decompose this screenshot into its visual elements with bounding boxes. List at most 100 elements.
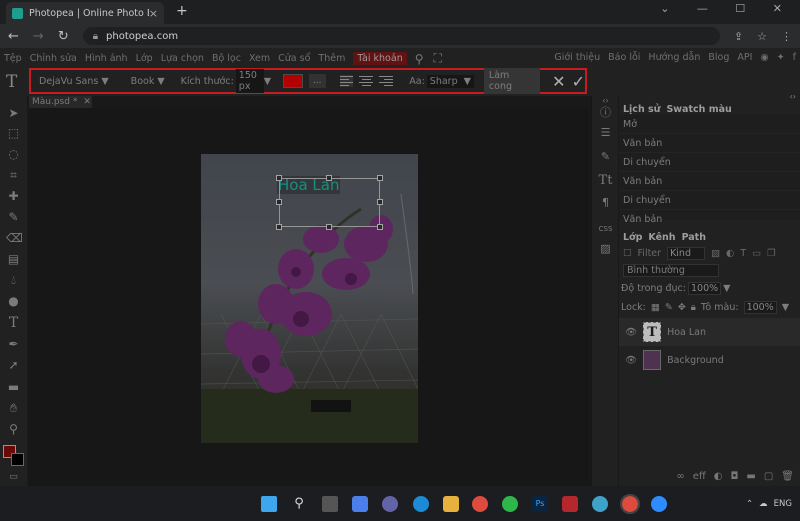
filter-type-icon[interactable]: T	[740, 248, 746, 259]
app-icon[interactable]	[592, 496, 608, 512]
transform-handle[interactable]	[377, 224, 383, 230]
history-item[interactable]: Văn bản	[619, 134, 800, 153]
edge-icon[interactable]	[413, 496, 429, 512]
brush-tool-icon[interactable]: ✎	[6, 210, 21, 224]
link-layers-icon[interactable]: ∞	[676, 471, 684, 482]
menu-blog[interactable]: Blog	[708, 52, 729, 63]
file-explorer-icon[interactable]	[443, 496, 459, 512]
menu-select[interactable]: Lựa chọn	[161, 53, 204, 64]
new-layer-icon[interactable]: ▢	[764, 471, 773, 482]
adjustment-layer-icon[interactable]: ◐	[714, 471, 723, 482]
font-size-input[interactable]: 150 px	[235, 69, 264, 93]
reddit-icon[interactable]: ◉	[760, 52, 768, 63]
image-icon[interactable]: ▨	[598, 242, 613, 256]
commit-edit-icon[interactable]: ✓	[572, 72, 585, 91]
pen-tool-icon[interactable]: ✒	[6, 337, 21, 351]
document-tab[interactable]: Màu.psd * ✕	[29, 96, 92, 108]
transform-handle[interactable]	[377, 199, 383, 205]
opacity-input[interactable]: 100%	[687, 282, 722, 295]
font-family-dropdown[interactable]: DejaVu Sans ▼	[39, 76, 109, 87]
share-icon[interactable]: ⇪	[734, 30, 743, 43]
warp-text-button[interactable]: Làm cong	[483, 68, 541, 94]
filter-adjustment-icon[interactable]: ◐	[726, 248, 734, 259]
delete-layer-icon[interactable]: 🗑︎	[781, 471, 794, 482]
opacity-arrow-icon[interactable]: ▼	[723, 283, 730, 294]
widgets-icon[interactable]	[352, 496, 368, 512]
eraser-tool-icon[interactable]: ⌫	[6, 231, 23, 245]
menu-layer[interactable]: Lớp	[136, 53, 153, 64]
menu-window[interactable]: Cửa sổ	[278, 53, 310, 64]
font-style-dropdown[interactable]: Book ▼	[131, 76, 165, 87]
transform-handle[interactable]	[326, 175, 332, 181]
layer-effects-button[interactable]: eff	[693, 471, 706, 482]
bookmark-star-icon[interactable]: ☆	[757, 30, 767, 43]
search-icon[interactable]: ⚲	[415, 52, 424, 66]
align-right-icon[interactable]	[379, 75, 394, 87]
photoshop-icon[interactable]: Ps	[532, 496, 548, 512]
menu-file[interactable]: Tệp	[4, 53, 22, 64]
cancel-edit-icon[interactable]: ✕	[552, 72, 565, 91]
close-tab-icon[interactable]: ×	[149, 7, 158, 20]
menu-report-bug[interactable]: Báo lỗi	[608, 52, 640, 63]
paragraph-icon[interactable]: ¶	[598, 196, 613, 210]
filter-smart-icon[interactable]: ❐	[767, 248, 776, 259]
layer-row[interactable]: 👁︎ Background	[619, 346, 800, 374]
fullscreen-icon[interactable]: ⛶	[434, 51, 442, 66]
reload-icon[interactable]: ↻	[58, 29, 69, 44]
tray-arrow-icon[interactable]: ⌃	[746, 499, 753, 509]
menu-edit[interactable]: Chỉnh sửa	[30, 53, 77, 64]
filter-kind-dropdown[interactable]: Kind	[667, 247, 706, 260]
address-bar[interactable]: 🔒︎ photopea.com	[82, 27, 720, 45]
line-app-icon[interactable]	[502, 496, 518, 512]
dodge-tool-icon[interactable]: ●	[6, 294, 21, 308]
transform-handle[interactable]	[276, 199, 282, 205]
browser-menu-icon[interactable]: ⋮	[781, 30, 792, 43]
task-view-icon[interactable]	[322, 496, 338, 512]
collapse-panel-icon[interactable]: ‹›	[790, 92, 796, 102]
healing-tool-icon[interactable]: ✚	[6, 189, 21, 203]
close-document-icon[interactable]: ✕	[83, 97, 91, 107]
quick-mask-icon[interactable]: ▭	[6, 470, 21, 484]
move-tool-icon[interactable]: ➤	[6, 106, 21, 120]
menu-image[interactable]: Hình ảnh	[85, 53, 128, 64]
lock-all-icon[interactable]: 🔒︎	[691, 302, 696, 313]
antialias-dropdown[interactable]: Sharp	[426, 74, 461, 88]
browser-tab[interactable]: Photopea | Online Photo Editor ×	[6, 2, 164, 24]
lock-transparency-icon[interactable]: ▦	[651, 302, 660, 313]
antialias-arrow-icon[interactable]: ▼	[460, 74, 474, 88]
transform-handle[interactable]	[276, 175, 282, 181]
layer-mask-icon[interactable]: ◘	[730, 471, 738, 482]
new-tab-button[interactable]: +	[176, 3, 188, 19]
chrome-active-icon[interactable]	[620, 494, 640, 514]
font-size-arrow-icon[interactable]: ▼	[264, 76, 271, 87]
new-group-icon[interactable]: ▬	[746, 471, 755, 482]
shape-tool-icon[interactable]: ▬	[6, 380, 21, 394]
facebook-icon[interactable]: f	[793, 52, 796, 63]
menu-about[interactable]: Giới thiệu	[554, 52, 600, 63]
info-icon[interactable]: ⓘ	[598, 106, 613, 120]
start-menu-icon[interactable]	[261, 496, 277, 512]
character-icon[interactable]: Tt	[598, 174, 613, 188]
transform-handle[interactable]	[377, 175, 383, 181]
transform-handle[interactable]	[326, 224, 332, 230]
window-controls[interactable]: ⌄ — ☐ ✕	[660, 2, 794, 15]
fill-arrow-icon[interactable]: ▼	[782, 302, 789, 313]
chrome-icon[interactable]	[472, 496, 488, 512]
text-color-swatch[interactable]	[283, 74, 303, 88]
tab-history[interactable]: Lịch sử	[623, 104, 660, 115]
blur-tool-icon[interactable]: 💧︎	[6, 273, 21, 287]
history-item[interactable]: Di chuyển	[619, 153, 800, 172]
background-color-swatch[interactable]	[11, 453, 24, 466]
filter-image-icon[interactable]: ▨	[711, 248, 720, 259]
gradient-tool-icon[interactable]: ▤	[6, 252, 21, 266]
path-select-tool-icon[interactable]: ➚	[6, 358, 21, 372]
app-icon[interactable]	[562, 496, 578, 512]
menu-account[interactable]: Tài khoản	[353, 52, 407, 65]
layer-row[interactable]: 👁︎ T Hoa Lan	[619, 318, 800, 346]
filter-shape-icon[interactable]: ▭	[752, 248, 761, 259]
hand-tool-icon[interactable]: ✋︎	[6, 401, 21, 415]
tab-swatches[interactable]: Swatch màu	[666, 104, 731, 115]
search-icon[interactable]: ⚲	[291, 496, 307, 512]
lasso-tool-icon[interactable]: ◌	[6, 147, 21, 161]
menu-more[interactable]: Thêm	[318, 53, 345, 64]
